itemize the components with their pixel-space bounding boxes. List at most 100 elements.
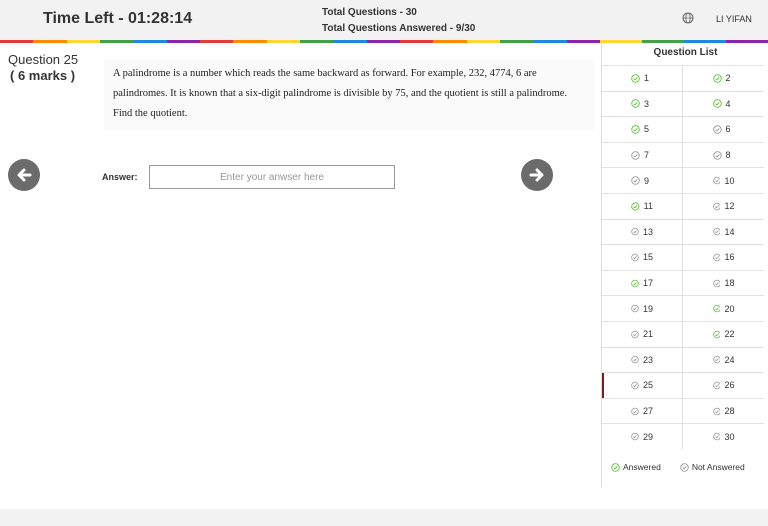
question-grid: 1 2 3 4 5 6 7 8 9 10 11 12 13 14 15 16 17 18 19 20 21 22 23 24 2… [602,65,764,449]
check-circle-outline-icon [631,407,639,415]
question-list-item[interactable]: 3 [602,91,683,117]
question-list-item-number: 4 [725,98,731,109]
question-list-item-number: 20 [724,303,735,314]
question-list-item[interactable]: 8 [683,143,764,168]
stripe-segment [0,40,34,43]
question-list-item-number: 29 [642,431,653,442]
question-list-item[interactable]: 26 [683,373,764,398]
question-list-item[interactable]: 22 [683,322,764,347]
question-list-item-number: 30 [724,431,735,442]
question-list-item[interactable]: 12 [683,194,764,219]
question-list-item-number: 25 [642,380,653,391]
question-list-item-number: 3 [644,98,650,109]
question-list-row: 56 [602,116,764,142]
check-circle-outline-icon [680,462,689,472]
question-list-item-content: 11 [631,201,653,211]
question-list-item-number: 12 [724,201,735,212]
question-number: Question 25 [8,52,79,67]
question-list-item-content: 23 [631,355,653,365]
answer-input[interactable] [149,165,395,189]
check-circle-outline-icon [712,356,721,364]
stripe-segment [133,40,167,43]
check-circle-outline-icon [631,228,639,236]
next-question-button[interactable] [521,159,553,191]
question-list-item[interactable]: 9 [602,168,683,193]
time-left: Time Left - 01:28:14 [43,10,193,27]
totals: Total Questions - 30 Total Questions Ans… [322,5,475,37]
question-list-item-number: 21 [642,329,653,340]
question-list-item[interactable]: 30 [683,424,764,449]
question-list-item-content: 14 [712,226,735,237]
question-list-item-number: 5 [644,124,650,135]
stripe-segment [199,40,234,43]
globe-icon[interactable] [682,12,694,24]
question-list-item[interactable]: 29 [602,424,683,449]
question-list-item[interactable]: 21 [602,321,683,347]
question-list-item[interactable]: 23 [602,347,683,373]
question-list-item-number: 9 [644,175,650,186]
question-list-item[interactable]: 15 [602,245,683,270]
question-list-item[interactable]: 11 [602,193,683,219]
stripe-segment [533,40,567,43]
question-list-item-number: 8 [725,150,731,161]
stripe-segment [466,40,500,43]
question-list-item[interactable]: 16 [683,245,764,270]
check-circle-outline-icon [712,228,721,236]
question-list-item-content: 8 [712,150,735,161]
question-list-item[interactable]: 1 [602,66,683,91]
check-circle-outline-icon [631,381,639,390]
question-list-item-number: 11 [643,201,653,212]
stripe-segment [566,40,600,43]
question-list-item-number: 6 [725,124,731,135]
question-list-item[interactable]: 4 [683,92,764,117]
check-circle-outline-icon [712,407,721,415]
question-list-item[interactable]: 14 [683,220,764,245]
question-list-item[interactable]: 6 [683,117,764,142]
question-list-item-content: 28 [712,406,735,416]
question-list-item[interactable]: 7 [602,142,683,168]
question-list-item[interactable]: 10 [683,168,764,193]
question-list-item[interactable]: 5 [602,117,683,142]
legend-not-answered: Not Answered [680,462,745,472]
question-list-item-number: 19 [642,303,653,314]
question-list-item-number: 15 [642,252,653,263]
question-list-item-content: 27 [631,406,653,416]
stripe-segment [266,40,300,43]
total-questions: Total Questions - 30 [322,7,417,18]
username[interactable]: LI YIFAN [716,14,752,24]
question-list-item[interactable]: 28 [683,399,764,424]
question-list-row: 27 28 [602,397,764,424]
question-list-item-content: 18 [712,278,735,288]
check-circle-outline-icon [712,381,721,390]
question-list-item[interactable]: 20 [683,296,764,321]
question-list-item-number: 24 [724,354,735,365]
question-list-item[interactable]: 27 [602,398,683,424]
question-list-item-content: 17 [631,278,653,288]
question-list-item-content: 16 [712,252,735,262]
question-list-item-number: 14 [724,226,735,237]
question-list-item[interactable]: 2 [683,66,764,91]
question-list-item[interactable]: 18 [683,271,764,296]
question-list-item-number: 23 [642,354,653,365]
check-circle-icon [631,74,640,83]
check-circle-outline-icon [631,356,639,364]
question-list-item-number: 26 [724,380,735,391]
question-list-item-content: 1 [631,73,653,83]
stripe-segment [166,40,200,43]
question-list-item-content: 9 [631,176,653,186]
question-list-row: 11 12 [602,192,764,219]
previous-question-button[interactable] [8,159,40,191]
check-circle-outline-icon [712,253,721,262]
question-list-item-number: 1 [644,73,650,84]
question-list-item[interactable]: 24 [683,348,764,373]
question-list-item[interactable]: 17 [602,270,683,296]
question-list-item-content: 20 [712,303,735,314]
check-circle-outline-icon [631,253,639,262]
stripe-segment [433,40,467,43]
question-list-item[interactable]: 13 [602,219,683,245]
question-list-item[interactable]: 25 [602,373,683,398]
answer-label: Answer: [102,172,138,182]
check-circle-outline-icon [712,202,721,211]
question-list-item[interactable]: 19 [602,296,683,321]
question-list-row: 25 26 [602,372,764,398]
